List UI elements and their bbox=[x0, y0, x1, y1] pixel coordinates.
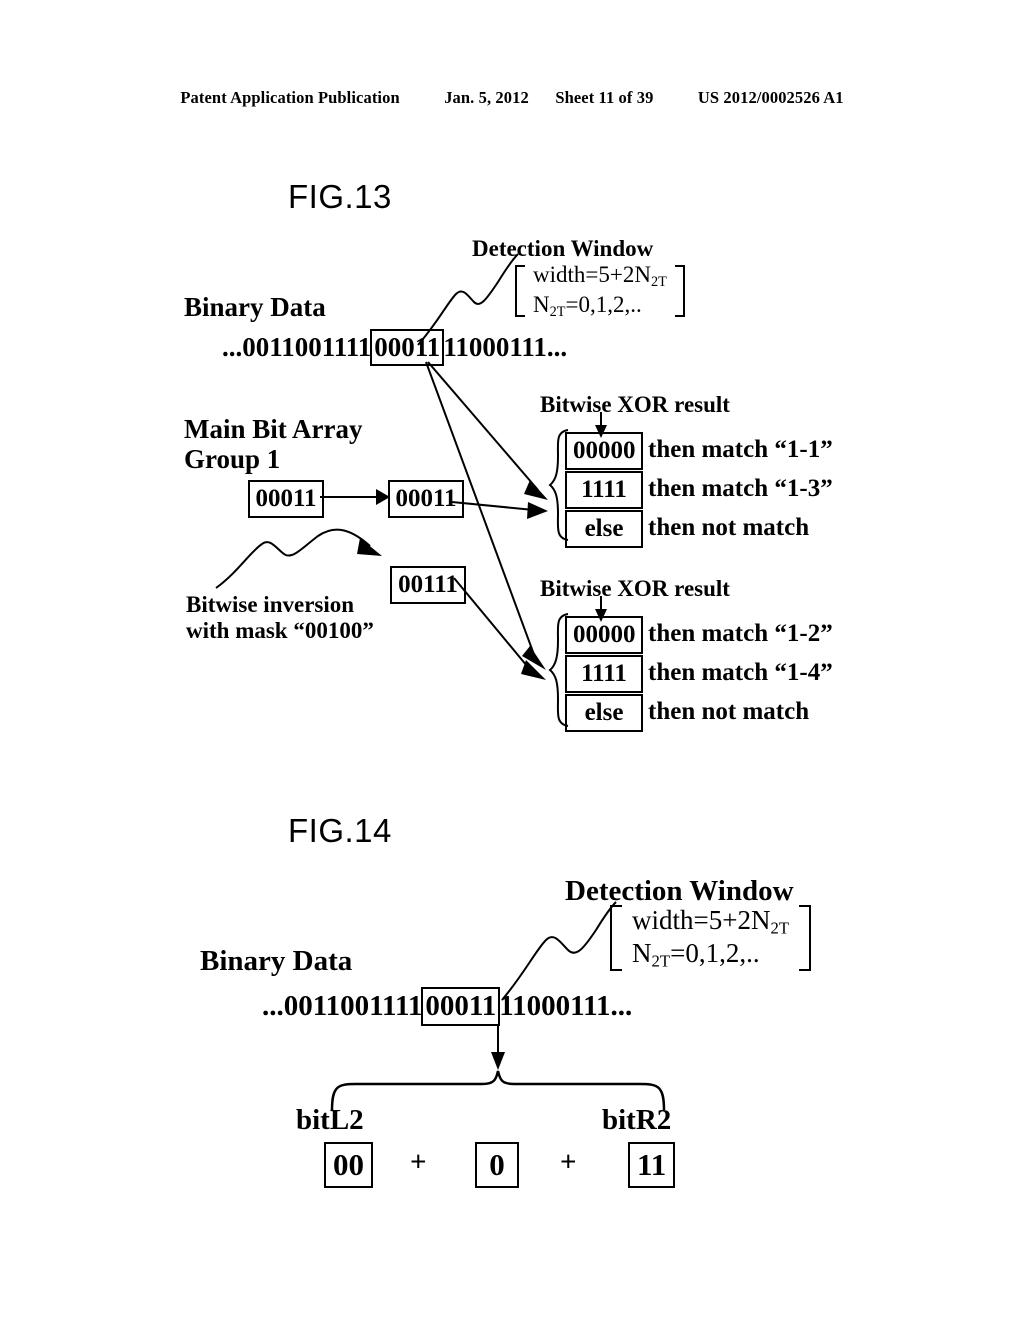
fig13-result-top-text-0: then match “1-1” bbox=[648, 436, 833, 463]
fig13-xor-label-top: Bitwise XOR result bbox=[540, 392, 730, 417]
fig13-detection-window-formula: width=5+2N2T N2T=0,1,2,.. bbox=[515, 261, 685, 321]
fig13-width-sub: 2T bbox=[650, 273, 667, 290]
fig13-binary-data-label: Binary Data bbox=[184, 292, 326, 322]
fig13-n2t-sub: 2T bbox=[549, 303, 566, 320]
fig14-n2t-prefix: N bbox=[632, 938, 652, 969]
fig14-binary-right: 11000111... bbox=[499, 990, 633, 1022]
fig13-result-top-text-2: then not match bbox=[648, 514, 810, 541]
fig13-inversion-note-line1: Bitwise inversion bbox=[186, 592, 355, 617]
fig14-segment-right: 11 bbox=[628, 1142, 676, 1188]
fig13-result-bottom-value-2: else bbox=[565, 694, 643, 732]
fig13-result-bottom-value-1: 1111 bbox=[565, 655, 643, 693]
fig14-binary-data-label: Binary Data bbox=[200, 945, 353, 977]
fig13-width-prefix: width=5+2N bbox=[533, 262, 651, 287]
fig14-segment-mid: 0 bbox=[475, 1142, 519, 1188]
fig14-n2t-suffix: =0,1,2,.. bbox=[670, 938, 760, 969]
fig13-source-bit-box: 00011 bbox=[248, 480, 324, 518]
fig13-main-bit-array-label-line1: Main Bit Array bbox=[184, 414, 363, 444]
fig13-bracket-right bbox=[674, 264, 685, 317]
fig13-title: FIG.13 bbox=[288, 178, 392, 215]
fig14-n2t-sub: 2T bbox=[651, 952, 671, 972]
fig14-binary-left: ...0011001111 bbox=[262, 990, 423, 1022]
header-sheet: Sheet 11 of 39 bbox=[555, 88, 654, 107]
fig13-inversion-squiggle bbox=[215, 528, 382, 589]
header-publication: Patent Application Publication bbox=[180, 88, 400, 107]
fig13-result-top-value-2: else bbox=[565, 510, 643, 548]
fig13-result-bottom-text-1: then match “1-4” bbox=[648, 659, 833, 686]
fig14-bitL2-label: bitL2 bbox=[296, 1104, 364, 1136]
header-docnum: US 2012/0002526 A1 bbox=[697, 88, 844, 107]
fig13-main-bit-array-label-line2: Group 1 bbox=[184, 444, 281, 474]
fig13-result-top-value-0: 00000 bbox=[565, 432, 643, 470]
fig14-bracket-right bbox=[799, 905, 812, 972]
fig14-title: FIG.14 bbox=[288, 812, 392, 849]
fig13-binary-left: ...0011001111 bbox=[222, 332, 372, 362]
fig13-inversion-note-line2: with mask “00100” bbox=[186, 618, 374, 643]
fig13-xor-label-bottom: Bitwise XOR result bbox=[540, 576, 730, 601]
fig14-segment-left: 00 bbox=[324, 1142, 373, 1188]
fig14-plus-2: + bbox=[560, 1146, 577, 1178]
page-header: Patent Application Publication Jan. 5, 2… bbox=[0, 88, 1024, 108]
fig13-n2t-prefix: N bbox=[533, 291, 550, 317]
fig13-result-top-text-1: then match “1-3” bbox=[648, 475, 833, 502]
fig14-detection-window-box: 00011 bbox=[421, 987, 501, 1026]
header-date: Jan. 5, 2012 bbox=[444, 88, 529, 107]
fig13-result-bottom-text-0: then match “1-2” bbox=[648, 620, 833, 647]
fig13-result-bottom-text-2: then not match bbox=[648, 698, 810, 725]
fig13-result-top-value-1: 1111 bbox=[565, 471, 643, 509]
fig13-result-bottom-value-0: 00000 bbox=[565, 616, 643, 654]
fig14-detection-window-formula: width=5+2N2T N2T=0,1,2,.. bbox=[610, 905, 812, 972]
fig14-binary-data-string: ...0011001111 00011 11000111... bbox=[262, 987, 633, 1026]
fig14-width-prefix: width=5+2N bbox=[632, 905, 771, 935]
fig14-width-sub: 2T bbox=[770, 918, 790, 938]
fig14-split-arrow bbox=[491, 1026, 505, 1070]
fig14-bitR2-label: bitR2 bbox=[602, 1104, 672, 1136]
fig14-plus-1: + bbox=[410, 1146, 427, 1178]
fig13-n2t-suffix: =0,1,2,.. bbox=[565, 291, 642, 317]
